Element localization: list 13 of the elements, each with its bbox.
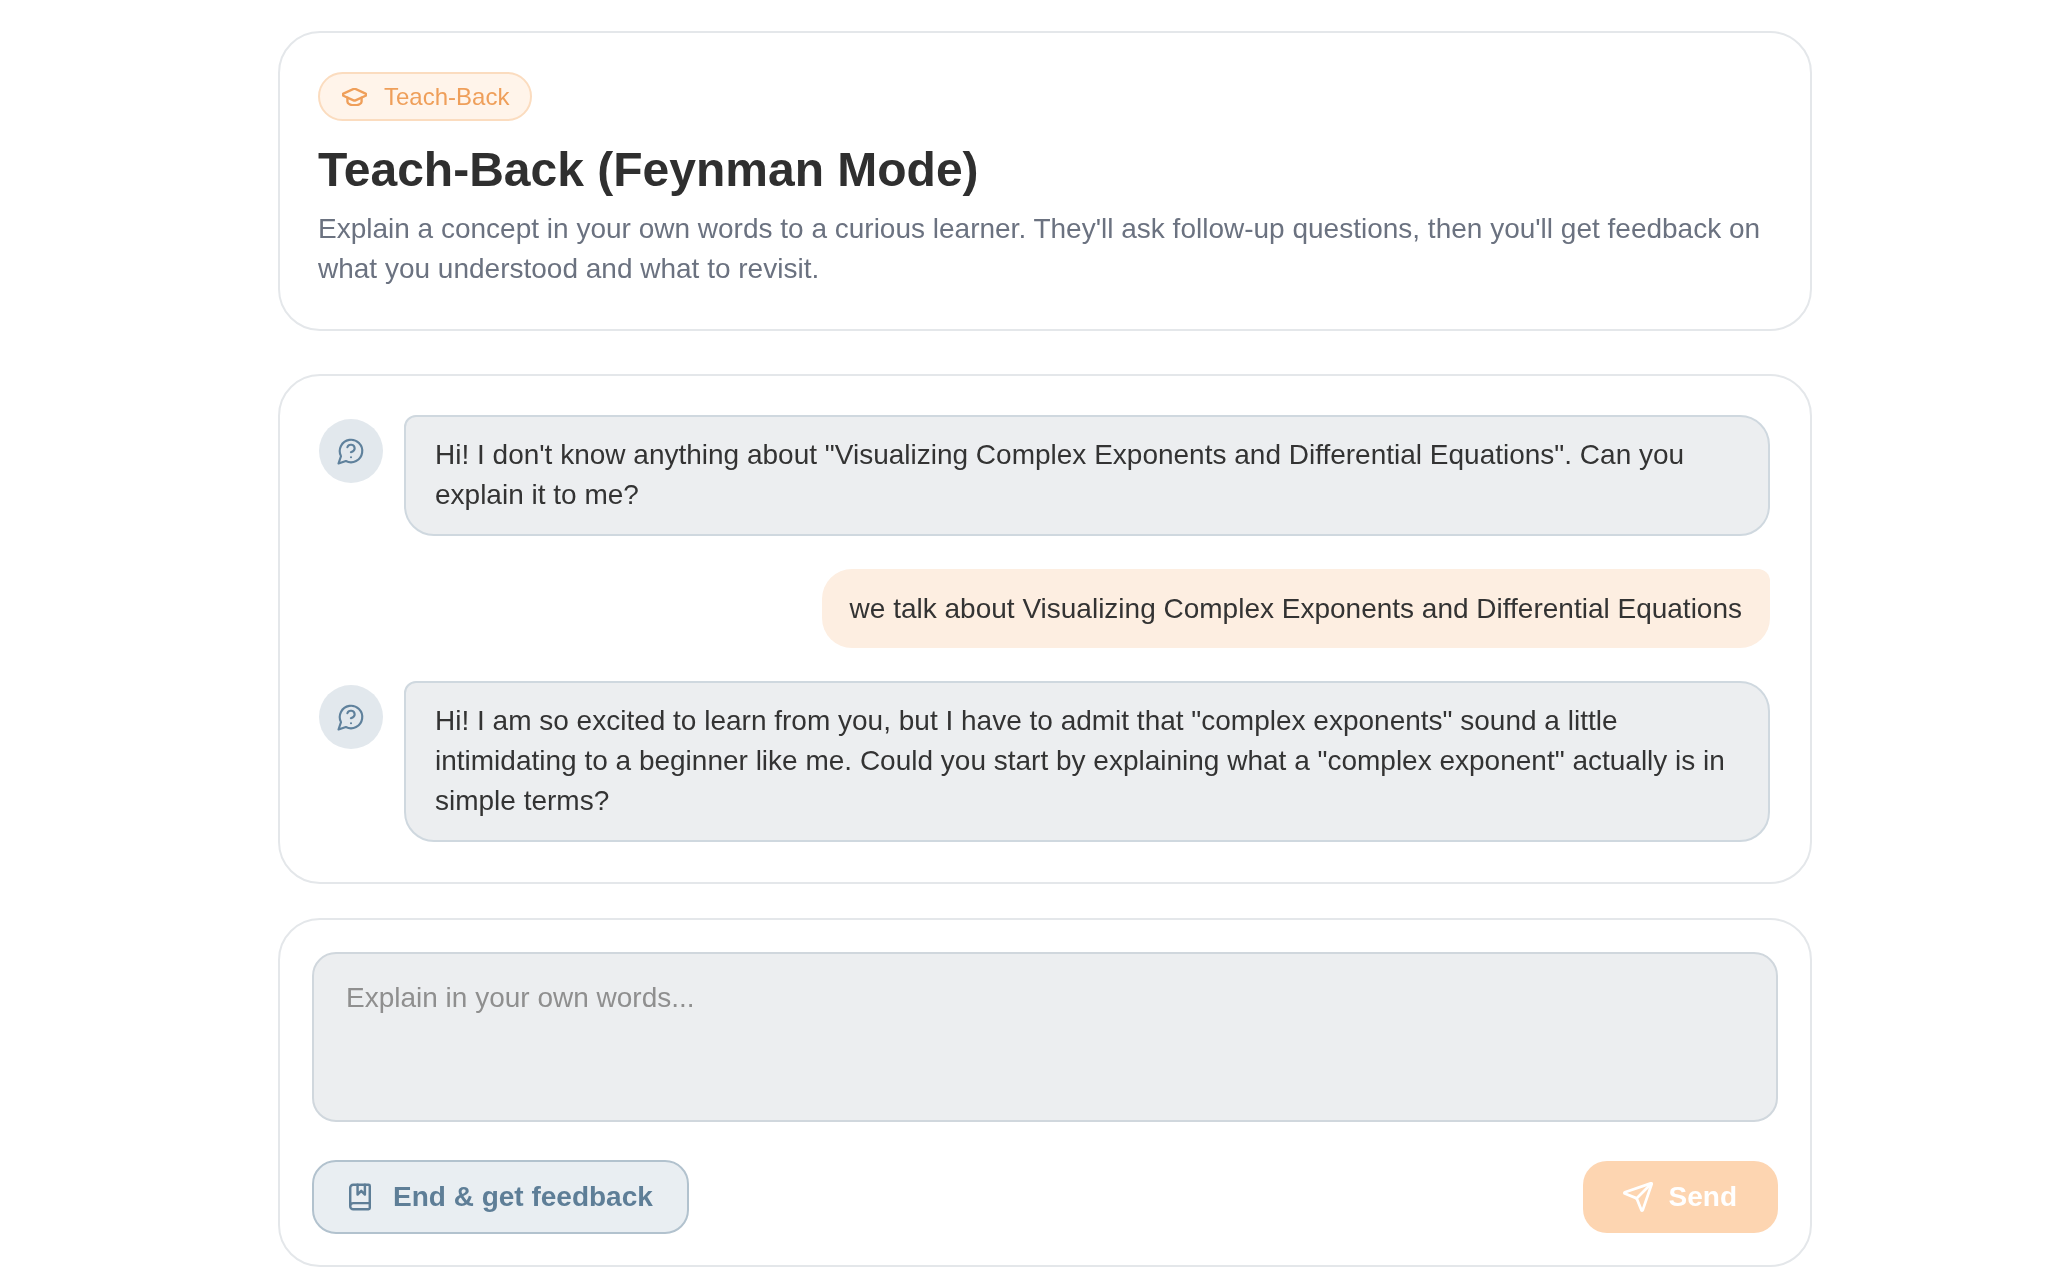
page-title: Teach-Back (Feynman Mode) <box>318 142 980 198</box>
learner-message: Hi! I don't know anything about "Visualizing Complex Exponents and Differential Equations". Can you explain it to me? <box>404 415 1770 536</box>
mode-label: Teach-Back <box>384 81 510 112</box>
book-icon <box>349 1183 371 1211</box>
user-message: we talk about Visualizing Complex Exponents and Differential Equations <box>821 569 1770 648</box>
question-bubble-icon <box>319 685 383 749</box>
question-bubble-icon <box>319 419 383 483</box>
page-description: Explain a concept in your own words to a curious learner. They'll ask follow-up questions, then you'll get feedback on what you understood and what to revisit. <box>318 212 1762 286</box>
message-input[interactable]: Explain in your own words... <box>312 952 1778 1122</box>
learner-message: Hi! I am so excited to learn from you, but I have to admit that "complex exponents" sound a little intimidating to a beginner like me. Could you start by explaining what a "complex exponent" actually is in simple terms? <box>404 681 1770 842</box>
paper-plane-icon <box>1622 1182 1653 1212</box>
graduation-cap-icon <box>342 87 367 106</box>
end-feedback-button[interactable]: End & get feedback <box>312 1160 689 1234</box>
